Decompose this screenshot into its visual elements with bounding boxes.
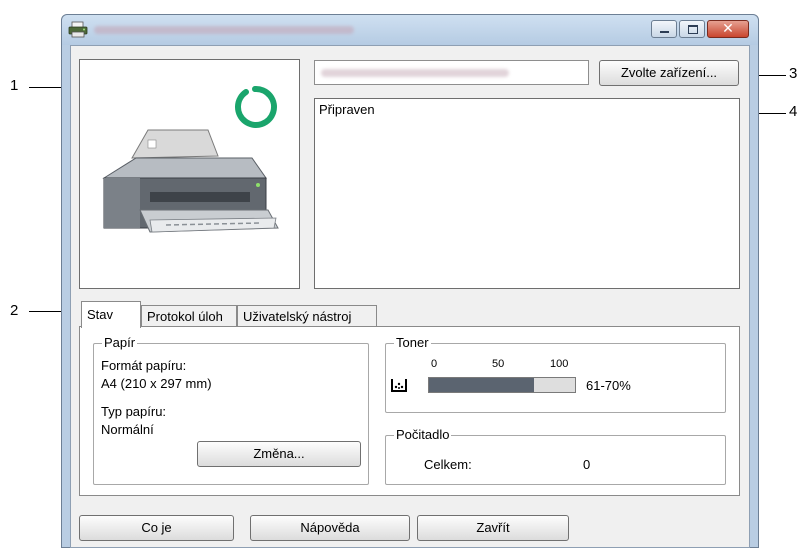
paper-group: Papír Formát papíru: A4 (210 x 297 mm) T… xyxy=(93,335,369,485)
counter-total-value: 0 xyxy=(583,457,591,472)
toner-level-bar xyxy=(428,377,576,393)
change-paper-button[interactable]: Změna... xyxy=(197,441,361,467)
paper-group-title: Papír xyxy=(102,335,138,350)
close-icon: ✕ xyxy=(722,21,734,37)
toner-level-text: 61-70% xyxy=(586,378,631,393)
callout-1-line xyxy=(29,87,61,88)
window-client-area: Zvolte zařízení... Připraven Stav Protok… xyxy=(70,45,750,548)
paper-format-value: A4 (210 x 297 mm) xyxy=(101,376,212,391)
status-message: Připraven xyxy=(319,102,375,117)
callout-1: 1 xyxy=(10,77,19,94)
title-bar[interactable]: ✕ xyxy=(62,15,758,45)
printer-illustration xyxy=(102,85,279,233)
tab-user-tool[interactable]: Uživatelský nástroj xyxy=(237,305,377,327)
maximize-button[interactable] xyxy=(679,20,705,38)
toner-group: Toner 0 50 100 61-70% xyxy=(385,335,726,413)
callout-4: 4 xyxy=(789,103,798,120)
callout-3: 3 xyxy=(789,65,798,82)
callout-2: 2 xyxy=(10,302,19,319)
toner-level-fill xyxy=(429,378,535,392)
device-name-field[interactable] xyxy=(314,60,589,85)
minimize-button[interactable] xyxy=(651,20,677,38)
status-tab-page: Papír Formát papíru: A4 (210 x 297 mm) T… xyxy=(79,326,740,496)
printer-status-window: ✕ Zvolte zařízení... Připraven Stav Prot… xyxy=(61,14,759,548)
toner-cartridge-icon xyxy=(391,379,407,392)
window-title-obscured xyxy=(94,26,354,34)
counter-group: Počitadlo Celkem: 0 xyxy=(385,427,726,485)
counter-total-label: Celkem: xyxy=(424,457,472,472)
device-name-obscured xyxy=(321,69,509,77)
paper-type-label: Typ papíru: xyxy=(101,404,167,419)
toner-scale-50: 50 xyxy=(492,358,505,370)
toner-scale-100: 100 xyxy=(550,358,569,370)
counter-group-title: Počitadlo xyxy=(394,427,452,442)
close-button[interactable]: Zavřít xyxy=(417,515,569,541)
ready-status-icon xyxy=(235,85,277,128)
status-message-box: Připraven xyxy=(314,98,740,289)
close-window-button[interactable]: ✕ xyxy=(707,20,749,38)
paper-format-label: Formát papíru: xyxy=(101,358,187,373)
paper-type-value: Normální xyxy=(101,422,154,437)
tab-job-log[interactable]: Protokol úloh xyxy=(141,305,237,327)
printer-app-icon xyxy=(68,21,88,38)
toner-group-title: Toner xyxy=(394,335,431,350)
toner-scale-0: 0 xyxy=(431,358,438,370)
select-device-button[interactable]: Zvolte zařízení... xyxy=(599,60,739,86)
whats-this-button[interactable]: Co je xyxy=(79,515,234,541)
tab-status[interactable]: Stav xyxy=(81,301,141,328)
printer-image-panel xyxy=(79,59,300,289)
help-button[interactable]: Nápověda xyxy=(250,515,410,541)
